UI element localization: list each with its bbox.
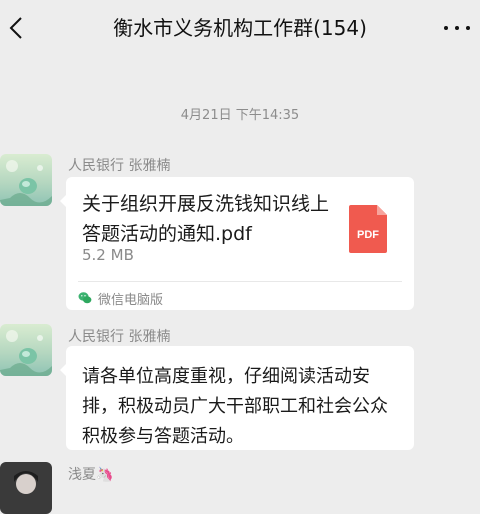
chat-header: 衡水市义务机构工作群(154) xyxy=(0,0,480,58)
more-button[interactable] xyxy=(444,22,470,34)
sender-name: 人民银行 张雅楠 xyxy=(68,329,171,345)
sender-name: 浅夏🦄 xyxy=(68,467,114,483)
bubble-tail xyxy=(60,195,66,207)
avatar[interactable] xyxy=(0,462,52,514)
text-message-bubble[interactable]: 请各单位高度重视，仔细阅读活动安排，积极动员广大干部职工和社会公众积极参与答题活… xyxy=(60,346,414,450)
file-source: 微信电脑版 xyxy=(78,287,163,309)
pdf-icon-label: PDF xyxy=(357,229,379,241)
file-name: 关于组织开展反洗钱知识线上答题活动的通知.pdf xyxy=(82,193,330,245)
ellipsis-icon xyxy=(466,26,470,30)
file-size: 5.2 MB xyxy=(82,246,134,264)
ellipsis-icon xyxy=(455,26,459,30)
wechat-icon xyxy=(78,292,92,304)
message-text: 请各单位高度重视，仔细阅读活动安排，积极动员广大干部职工和社会公众积极参与答题活… xyxy=(82,366,388,447)
message-timestamp: 4月21日 下午14:35 xyxy=(180,108,300,123)
ellipsis-icon xyxy=(444,26,448,30)
divider xyxy=(78,281,402,282)
source-label: 微信电脑版 xyxy=(98,292,164,308)
avatar[interactable] xyxy=(0,324,52,376)
avatar[interactable] xyxy=(0,154,52,206)
file-message-bubble[interactable]: 关于组织开展反洗钱知识线上答题活动的通知.pdf 5.2 MB PDF 微信电脑… xyxy=(60,177,414,310)
chat-title: 衡水市义务机构工作群(154) xyxy=(113,16,367,40)
bubble-tail xyxy=(60,364,66,376)
sender-name: 人民银行 张雅楠 xyxy=(68,158,171,174)
pdf-icon: PDF xyxy=(349,205,387,253)
